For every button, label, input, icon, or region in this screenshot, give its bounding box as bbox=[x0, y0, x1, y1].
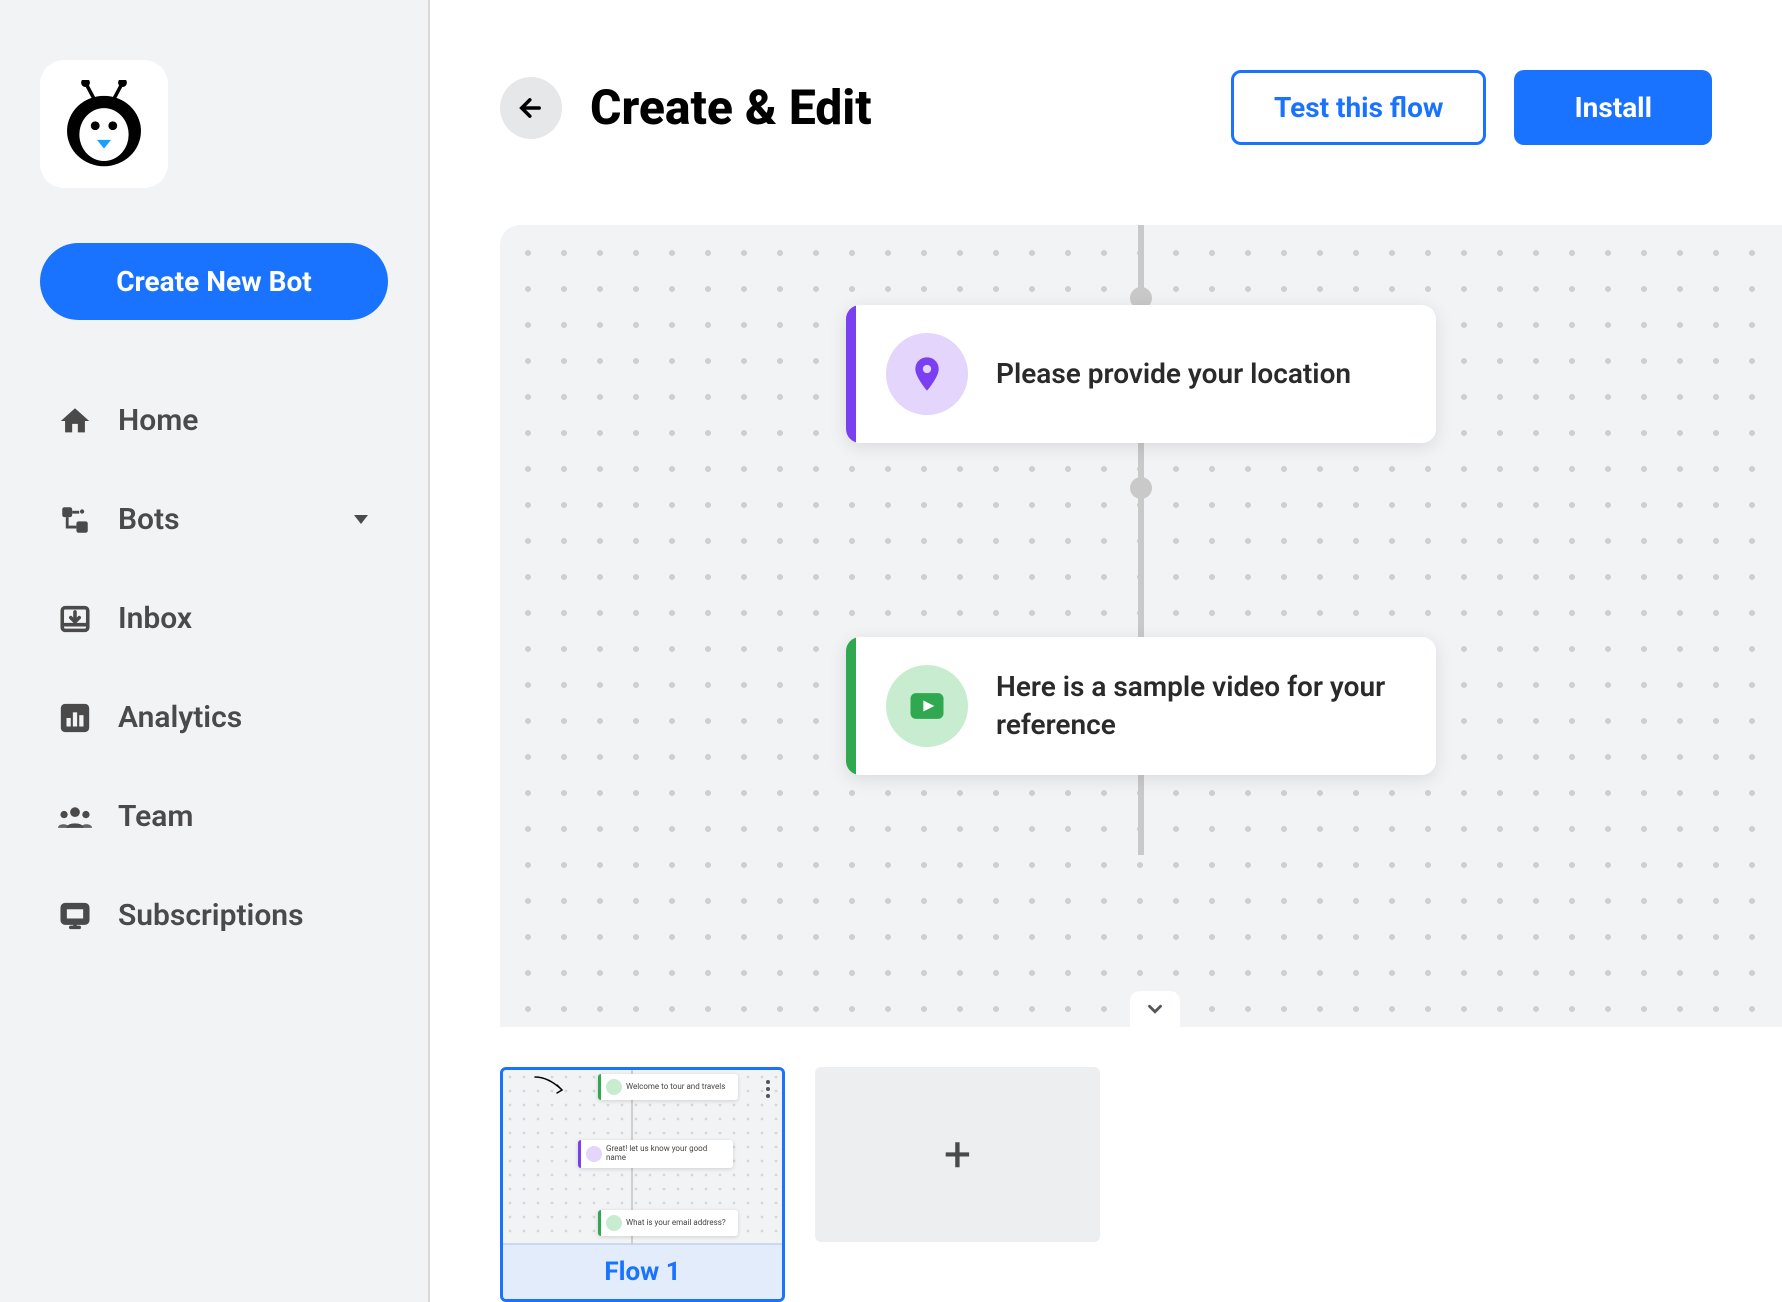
sidebar: Create New Bot Home Bots Inbox Analy bbox=[0, 0, 430, 1302]
flow-card-location[interactable]: Please provide your location bbox=[846, 305, 1436, 443]
card-text: Here is a sample video for your referenc… bbox=[996, 668, 1396, 744]
thumbnail-preview: Welcome to tour and travels Great! let u… bbox=[503, 1070, 782, 1245]
expand-tab[interactable] bbox=[1130, 991, 1180, 1027]
test-flow-label: Test this flow bbox=[1274, 91, 1443, 124]
sidebar-item-team[interactable]: Team bbox=[40, 771, 388, 862]
sidebar-item-analytics[interactable]: Analytics bbox=[40, 672, 388, 763]
back-button[interactable] bbox=[500, 77, 562, 139]
sidebar-item-bots[interactable]: Bots bbox=[40, 474, 388, 565]
app-logo bbox=[40, 60, 168, 188]
create-new-bot-button[interactable]: Create New Bot bbox=[40, 243, 388, 320]
test-flow-button[interactable]: Test this flow bbox=[1231, 70, 1486, 145]
thumbnail-label: Flow 1 bbox=[503, 1245, 782, 1299]
inbox-icon bbox=[58, 602, 92, 636]
team-icon bbox=[58, 800, 92, 834]
install-label: Install bbox=[1574, 91, 1652, 124]
sidebar-item-home[interactable]: Home bbox=[40, 375, 388, 466]
add-flow-button[interactable]: + bbox=[815, 1067, 1100, 1242]
penguin-logo-icon bbox=[60, 80, 148, 168]
nav-label: Subscriptions bbox=[118, 898, 304, 933]
flow-tray: Welcome to tour and travels Great! let u… bbox=[430, 1027, 1782, 1302]
arrow-left-icon bbox=[517, 94, 545, 122]
page-title: Create & Edit bbox=[590, 79, 1203, 136]
card-accent bbox=[846, 637, 856, 775]
card-accent bbox=[846, 305, 856, 443]
page-header: Create & Edit Test this flow Install bbox=[430, 0, 1782, 175]
chevron-down-icon bbox=[1144, 998, 1166, 1020]
analytics-icon bbox=[58, 701, 92, 735]
flow-thumbnail[interactable]: Welcome to tour and travels Great! let u… bbox=[500, 1067, 785, 1302]
nav-label: Inbox bbox=[118, 601, 192, 636]
sidebar-item-inbox[interactable]: Inbox bbox=[40, 573, 388, 664]
location-pin-icon bbox=[886, 333, 968, 415]
bots-icon bbox=[58, 503, 92, 537]
chevron-down-icon bbox=[354, 515, 368, 524]
flow-card-video[interactable]: Here is a sample video for your referenc… bbox=[846, 637, 1436, 775]
nav-label: Analytics bbox=[118, 700, 242, 735]
nav-label: Home bbox=[118, 403, 198, 438]
sidebar-nav: Home Bots Inbox Analytics Team bbox=[40, 375, 388, 961]
plus-icon: + bbox=[944, 1126, 971, 1183]
card-text: Please provide your location bbox=[996, 355, 1351, 393]
home-icon bbox=[58, 404, 92, 438]
kebab-menu-icon bbox=[766, 1080, 770, 1098]
create-bot-label: Create New Bot bbox=[116, 265, 312, 298]
subscriptions-icon bbox=[58, 899, 92, 933]
nav-label: Bots bbox=[118, 502, 180, 537]
nav-label: Team bbox=[118, 799, 193, 834]
flow-node-dot bbox=[1130, 477, 1152, 499]
flow-canvas[interactable]: Please provide your location Here is a s… bbox=[500, 225, 1782, 1027]
main-content: Create & Edit Test this flow Install Ple… bbox=[430, 0, 1782, 1302]
sidebar-item-subscriptions[interactable]: Subscriptions bbox=[40, 870, 388, 961]
install-button[interactable]: Install bbox=[1514, 70, 1712, 145]
play-video-icon bbox=[886, 665, 968, 747]
